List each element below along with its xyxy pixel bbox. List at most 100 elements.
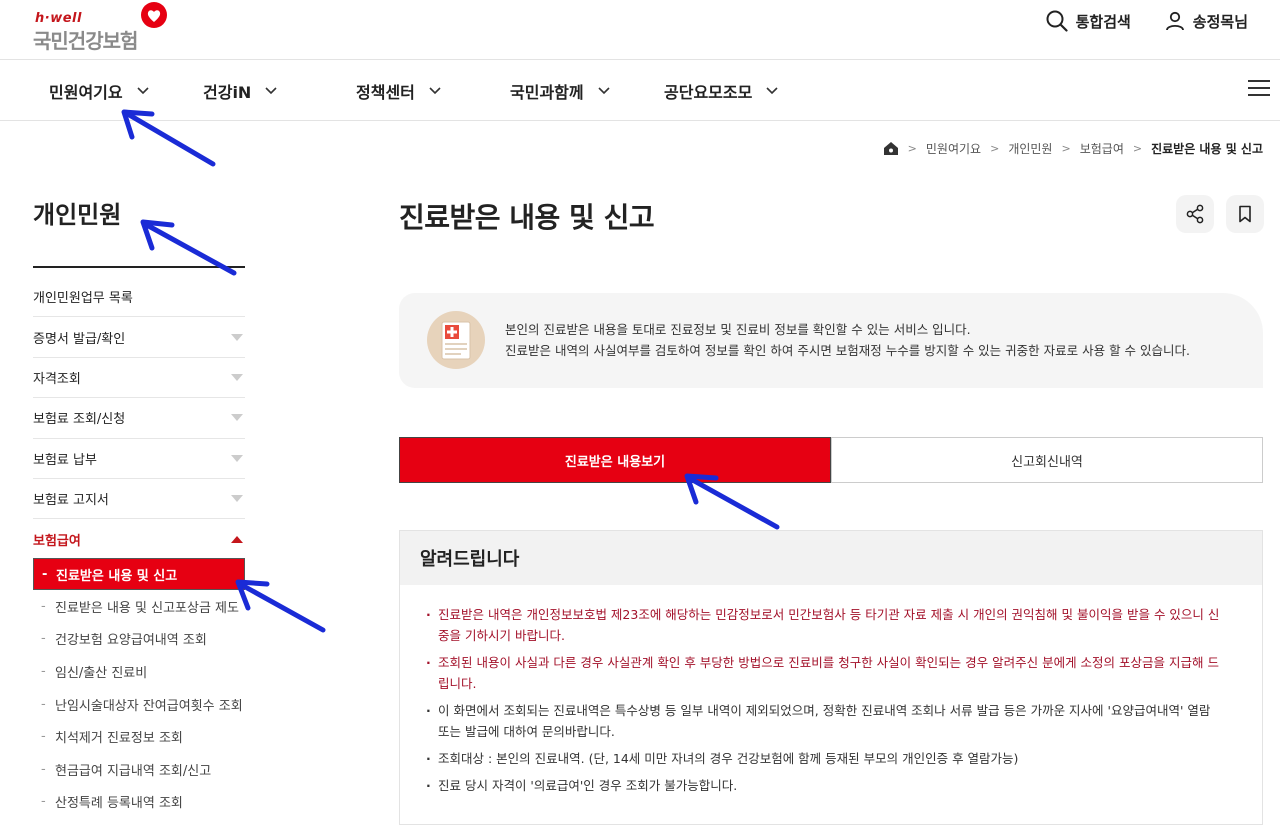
sidebar-item-label: 보험료 고지서	[33, 493, 109, 509]
nav-label: 정책센터	[356, 83, 415, 102]
chevron-down-icon	[265, 87, 277, 95]
nav-label: 국민과함께	[510, 83, 584, 102]
sidebar-menu: 개인민원업무 목록 증명서 발급/확인 자격조회 보험료 조회/신청 보험료 납…	[33, 277, 245, 560]
info-line: 진료받은 내역의 사실여부를 검토하여 정보를 확인 하여 주시면 보험재정 누…	[505, 343, 1190, 358]
user-icon	[1165, 11, 1184, 31]
chevron-down-icon	[598, 87, 610, 95]
dash-icon: -	[42, 566, 48, 582]
search-icon	[1046, 10, 1068, 32]
notice-item: 진료 당시 자격이 '의료급여'인 경우 조회가 불가능합니다.	[426, 775, 1224, 796]
arrow-icon	[235, 579, 326, 633]
submenu-label: 건강보험 요양급여내역 조회	[55, 633, 207, 649]
notice-item: 이 화면에서 조회되는 진료내역은 특수상병 등 일부 내역이 제외되었으며, …	[426, 700, 1224, 742]
nav-item-policy-center[interactable]: 정책센터	[356, 79, 441, 103]
service-info-box: 본인의 진료받은 내용을 토대로 진료정보 및 진료비 정보를 확인할 수 있는…	[399, 293, 1263, 388]
triangle-down-icon	[231, 454, 243, 462]
search-label: 통합검색	[1075, 12, 1131, 31]
chevron-right-icon: >	[990, 142, 1000, 155]
user-name: 송정목님	[1192, 12, 1248, 31]
submenu-label: 임신/출산 진료비	[55, 665, 148, 681]
submenu-label: 난임시술대상자 잔여급여횟수 조회	[55, 698, 243, 714]
submenu-label: 진료받은 내용 및 신고포상금 제도	[55, 600, 239, 616]
submenu-label: 현금급여 지급내역 조회/신고	[55, 763, 212, 779]
sidebar-submenu: - 진료받은 내용 및 신고 - 진료받은 내용 및 신고포상금 제도 - 건강보험 …	[33, 558, 245, 818]
integrated-search-button[interactable]: 통합검색	[1046, 10, 1131, 32]
nav-item-civil-service[interactable]: 민원여기요	[49, 79, 149, 103]
nav-label: 공단요모조모	[664, 83, 753, 102]
triangle-down-icon	[231, 495, 243, 503]
info-line: 본인의 진료받은 내용을 토대로 진료정보 및 진료비 정보를 확인할 수 있는…	[505, 322, 971, 337]
content-tabs: 진료받은 내용보기 신고회신내역	[399, 437, 1263, 483]
service-description: 본인의 진료받은 내용을 토대로 진료정보 및 진료비 정보를 확인할 수 있는…	[505, 319, 1190, 361]
chevron-right-icon: >	[907, 142, 917, 155]
nav-item-health-in[interactable]: 건강iN	[203, 79, 277, 103]
chevron-right-icon: >	[1132, 142, 1143, 155]
dash-icon: -	[41, 598, 46, 614]
breadcrumb-item[interactable]: 민원여기요	[926, 140, 981, 157]
chevron-right-icon: >	[1061, 142, 1071, 155]
triangle-down-icon	[231, 333, 243, 341]
tab-report-reply[interactable]: 신고회신내역	[831, 437, 1263, 483]
chevron-down-icon	[429, 87, 441, 95]
sidebar-item-premium-notice[interactable]: 보험료 고지서	[33, 479, 245, 520]
sidebar-divider	[33, 266, 245, 268]
logo-tagline: h·well	[35, 11, 82, 26]
nhis-logo[interactable]: h·well 국민건강보험	[33, 2, 173, 53]
sidebar-item-label: 개인민원업무 목록	[33, 291, 133, 307]
menu-icon[interactable]	[1248, 80, 1270, 98]
sidebar-item-certificate[interactable]: 증명서 발급/확인	[33, 317, 245, 358]
submenu-item-pregnancy[interactable]: - 임신/출산 진료비	[33, 655, 245, 688]
submenu-item-scaling[interactable]: - 치석제거 진료정보 조회	[33, 720, 245, 753]
sidebar-item-eligibility[interactable]: 자격조회	[33, 358, 245, 399]
notice-list: 진료받은 내역은 개인정보보호법 제23조에 해당하는 민감정보로서 민간보험사…	[400, 585, 1262, 796]
sidebar-item-label: 보험료 조회/신청	[33, 412, 126, 428]
dash-icon: -	[41, 729, 46, 745]
tab-treatment-view[interactable]: 진료받은 내용보기	[399, 437, 831, 483]
submenu-label: 진료받은 내용 및 신고	[56, 568, 178, 584]
nav-item-with-people[interactable]: 국민과함께	[510, 79, 610, 103]
sidebar-item-insurance-benefit[interactable]: 보험급여	[33, 519, 245, 559]
home-icon[interactable]	[883, 141, 899, 156]
top-header: h·well 국민건강보험 통합검색 송정목님	[0, 0, 1280, 60]
bookmark-icon	[1239, 205, 1251, 223]
submenu-item-infertility[interactable]: - 난임시술대상자 잔여급여횟수 조회	[33, 688, 245, 721]
chevron-down-icon	[137, 87, 149, 95]
submenu-item-care-benefit[interactable]: - 건강보험 요양급여내역 조회	[33, 623, 245, 656]
triangle-down-icon	[231, 414, 243, 422]
notice-item: 진료받은 내역은 개인정보보호법 제23조에 해당하는 민감정보로서 민간보험사…	[426, 604, 1224, 646]
submenu-item-special-case[interactable]: - 산정특례 등록내역 조회	[33, 786, 245, 819]
dash-icon: -	[41, 761, 46, 777]
submenu-label: 치석제거 진료정보 조회	[55, 731, 183, 747]
user-menu-button[interactable]: 송정목님	[1165, 11, 1248, 32]
nav-item-about-corp[interactable]: 공단요모조모	[664, 79, 778, 103]
sidebar-title: 개인민원	[33, 201, 122, 229]
triangle-down-icon	[231, 373, 243, 381]
nav-label: 민원여기요	[49, 83, 123, 102]
sidebar-item-list[interactable]: 개인민원업무 목록	[33, 277, 245, 318]
dash-icon: -	[41, 794, 46, 810]
breadcrumb: > 민원여기요 > 개인민원 > 보험급여 > 진료받은 내용 및 신고	[883, 140, 1263, 157]
heart-icon	[141, 2, 167, 28]
notice-item: 조회된 내용이 사실과 다른 경우 사실관계 확인 후 부당한 방법으로 진료비…	[426, 652, 1224, 694]
submenu-item-treatment-report[interactable]: - 진료받은 내용 및 신고	[33, 558, 245, 590]
submenu-item-reward-system[interactable]: - 진료받은 내용 및 신고포상금 제도	[33, 590, 245, 623]
sidebar-item-label: 보험급여	[33, 534, 81, 550]
notice-title: 알려드립니다	[400, 531, 1262, 585]
notice-item: 조회대상 : 본인의 진료내역. (단, 14세 미만 자녀의 경우 건강보험에…	[426, 748, 1224, 769]
share-button[interactable]	[1176, 195, 1214, 233]
main-navigation: 민원여기요 건강iN 정책센터 국민과함께 공단요모조모	[0, 60, 1280, 121]
sidebar-item-label: 증명서 발급/확인	[33, 331, 126, 347]
share-icon	[1186, 204, 1204, 224]
bookmark-button[interactable]	[1226, 195, 1264, 233]
triangle-up-icon	[231, 536, 243, 544]
breadcrumb-current: 진료받은 내용 및 신고	[1151, 142, 1263, 156]
page-title: 진료받은 내용 및 신고	[399, 201, 655, 234]
dash-icon: -	[41, 696, 46, 712]
submenu-item-cash-benefit[interactable]: - 현금급여 지급내역 조회/신고	[33, 753, 245, 786]
breadcrumb-item[interactable]: 개인민원	[1008, 140, 1052, 157]
sidebar-item-premium-inquiry[interactable]: 보험료 조회/신청	[33, 398, 245, 439]
sidebar-item-label: 보험료 납부	[33, 452, 97, 468]
sidebar-item-premium-payment[interactable]: 보험료 납부	[33, 439, 245, 479]
sidebar-item-label: 자격조회	[33, 371, 81, 387]
breadcrumb-item[interactable]: 보험급여	[1080, 140, 1124, 157]
